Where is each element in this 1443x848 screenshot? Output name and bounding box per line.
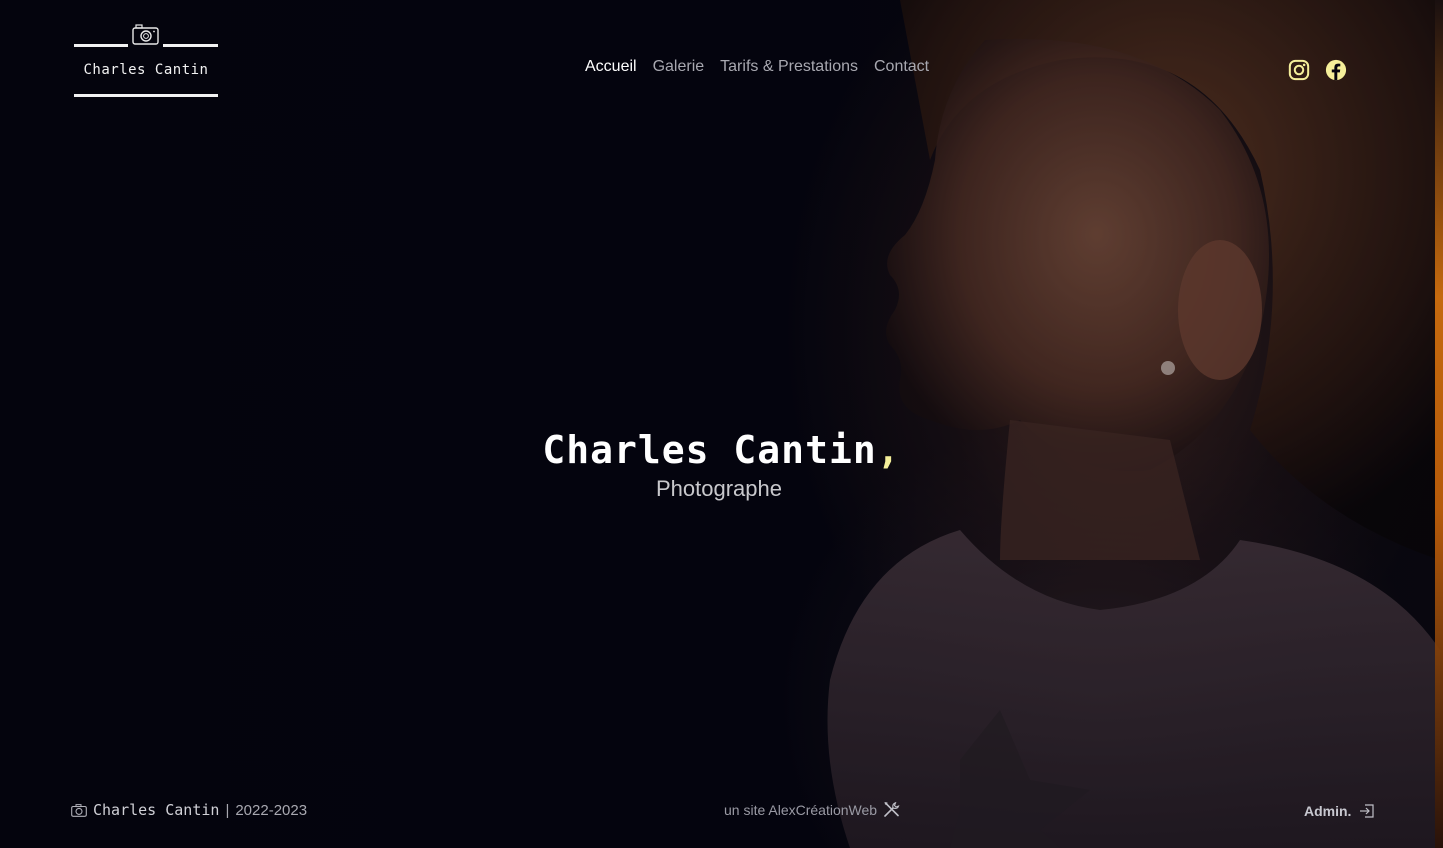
footer-copyright: Charles Cantin | 2022-2023 [71,801,307,819]
facebook-icon[interactable] [1325,59,1347,81]
logo-line-right [163,44,218,47]
footer-credit-link[interactable]: un site AlexCréationWeb [724,801,900,818]
hero-subtitle: Photographe [656,476,782,501]
footer-years: 2022-2023 [235,801,308,819]
hero-title-comma: , [876,428,901,472]
logo-name: Charles Cantin [83,62,209,78]
page: Charles Cantin Accueil Galerie Tarifs & … [0,0,1443,848]
admin-label: Admin. [1304,803,1352,819]
hero-title-name: Charles Cantin [542,428,877,472]
social-links [1288,59,1347,81]
footer-separator: | [225,801,230,819]
camera-icon [71,803,87,817]
nav-item-galerie[interactable]: Galerie [653,58,705,76]
edge-glow [1435,0,1443,848]
instagram-icon[interactable] [1288,59,1310,81]
logo-line-left [74,44,128,47]
site-logo[interactable]: Charles Cantin [74,24,218,98]
nav-item-contact[interactable]: Contact [874,58,929,76]
hero-title: Charles Cantin, [0,428,1443,472]
hero-overlay [0,0,1443,848]
admin-login-link[interactable]: Admin. [1304,803,1375,819]
nav-item-tarifs[interactable]: Tarifs & Prestations [720,58,858,76]
tools-icon [883,801,900,818]
footer-brand-name: Charles Cantin [93,801,220,819]
footer-credit-text: un site AlexCréationWeb [724,801,878,818]
login-icon [1359,803,1375,819]
camera-icon [132,24,159,45]
logo-line-bottom [74,94,218,97]
main-nav: Accueil Galerie Tarifs & Prestations Con… [585,58,929,76]
nav-item-accueil[interactable]: Accueil [585,58,637,76]
